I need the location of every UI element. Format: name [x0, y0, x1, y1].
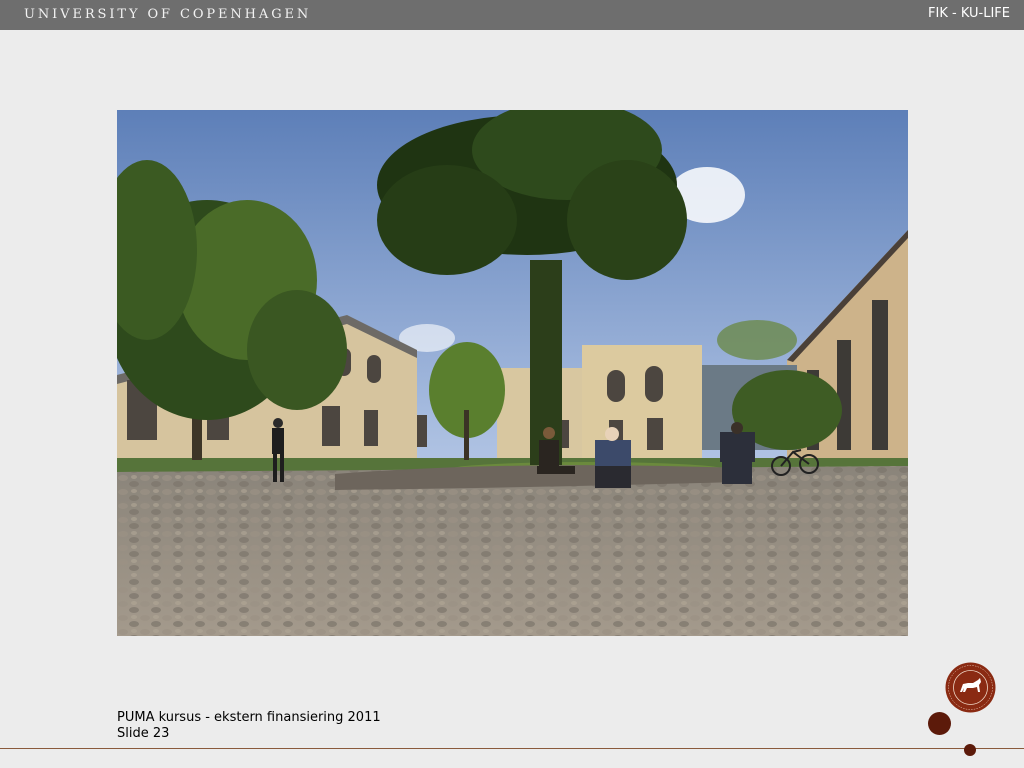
decorative-dot-small [964, 744, 976, 756]
university-seal-icon [945, 662, 996, 713]
slide-number: Slide 23 [117, 726, 170, 741]
university-name: UNIVERSITY OF COPENHAGEN [24, 7, 312, 22]
org-label: FIK - KU-LIFE [928, 6, 1010, 21]
presentation-title: PUMA kursus - ekstern finansiering 2011 [117, 710, 381, 725]
campus-courtyard-photo [117, 110, 908, 636]
footer-divider [0, 748, 1024, 749]
header-bar: UNIVERSITY OF COPENHAGEN FIK - KU-LIFE [0, 0, 1024, 30]
footer-text: PUMA kursus - ekstern finansiering 2011 … [117, 710, 381, 742]
decorative-dot-large [928, 712, 951, 735]
